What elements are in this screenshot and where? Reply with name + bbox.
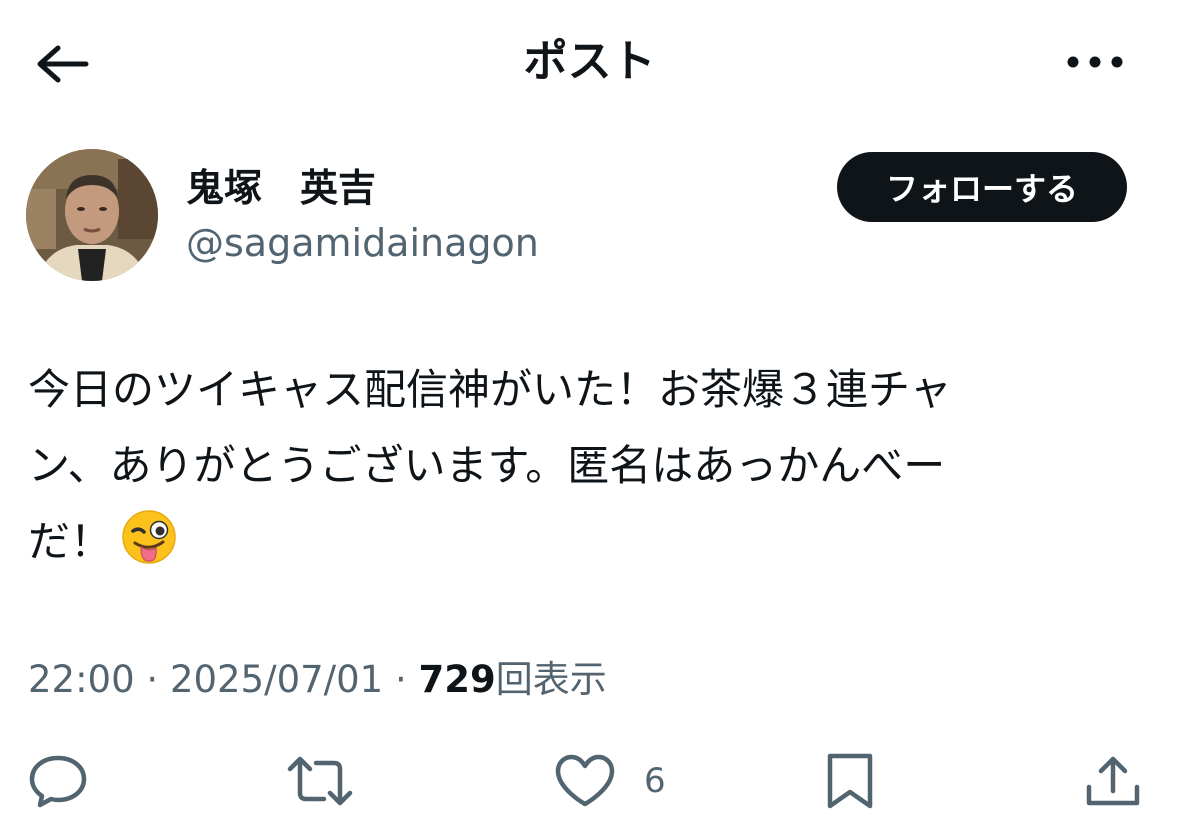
share-button[interactable] xyxy=(1084,750,1142,812)
winking-face-with-tongue-icon xyxy=(122,510,176,564)
follow-button[interactable]: フォローする xyxy=(837,152,1127,222)
more-button[interactable] xyxy=(1062,40,1128,84)
post-text-line-content: だ！ xyxy=(28,517,113,566)
repost-button[interactable] xyxy=(286,750,354,812)
like-icon xyxy=(555,754,615,807)
like-button[interactable]: 6 xyxy=(554,750,666,812)
repost-icon xyxy=(287,756,353,806)
share-icon xyxy=(1086,756,1140,806)
like-count: 6 xyxy=(644,761,666,801)
author-display-name[interactable]: 鬼塚 英吉 xyxy=(186,164,376,212)
reply-icon xyxy=(29,755,87,808)
author-handle[interactable]: @sagamidainagon xyxy=(186,218,539,268)
post-text: 今日のツイキャス配信神がいた！お茶爆３連チャ ン、ありがとうございます。匿名はあ… xyxy=(28,352,1138,580)
meta-separator: · xyxy=(394,658,407,701)
avatar[interactable] xyxy=(26,149,158,281)
post-time: 22:00 xyxy=(28,658,135,701)
post-date: 2025/07/01 xyxy=(169,658,384,701)
post-text-line: 今日のツイキャス配信神がいた！お茶爆３連チャ xyxy=(28,365,952,414)
more-icon xyxy=(1067,56,1123,68)
reply-button[interactable] xyxy=(28,750,88,812)
bookmark-icon xyxy=(827,753,873,809)
post-text-line: ン、ありがとうございます。匿名はあっかんべー xyxy=(28,441,946,490)
bookmark-button[interactable] xyxy=(824,750,876,812)
views-count[interactable]: 729 xyxy=(419,658,496,701)
post-meta: 22:00 · 2025/07/01 · 729回表示 xyxy=(28,654,607,706)
post-text-line-last: だ！ xyxy=(28,504,1138,580)
views-label: 回表示 xyxy=(495,658,607,701)
page-title: ポスト xyxy=(523,36,656,87)
meta-separator: · xyxy=(146,658,159,701)
